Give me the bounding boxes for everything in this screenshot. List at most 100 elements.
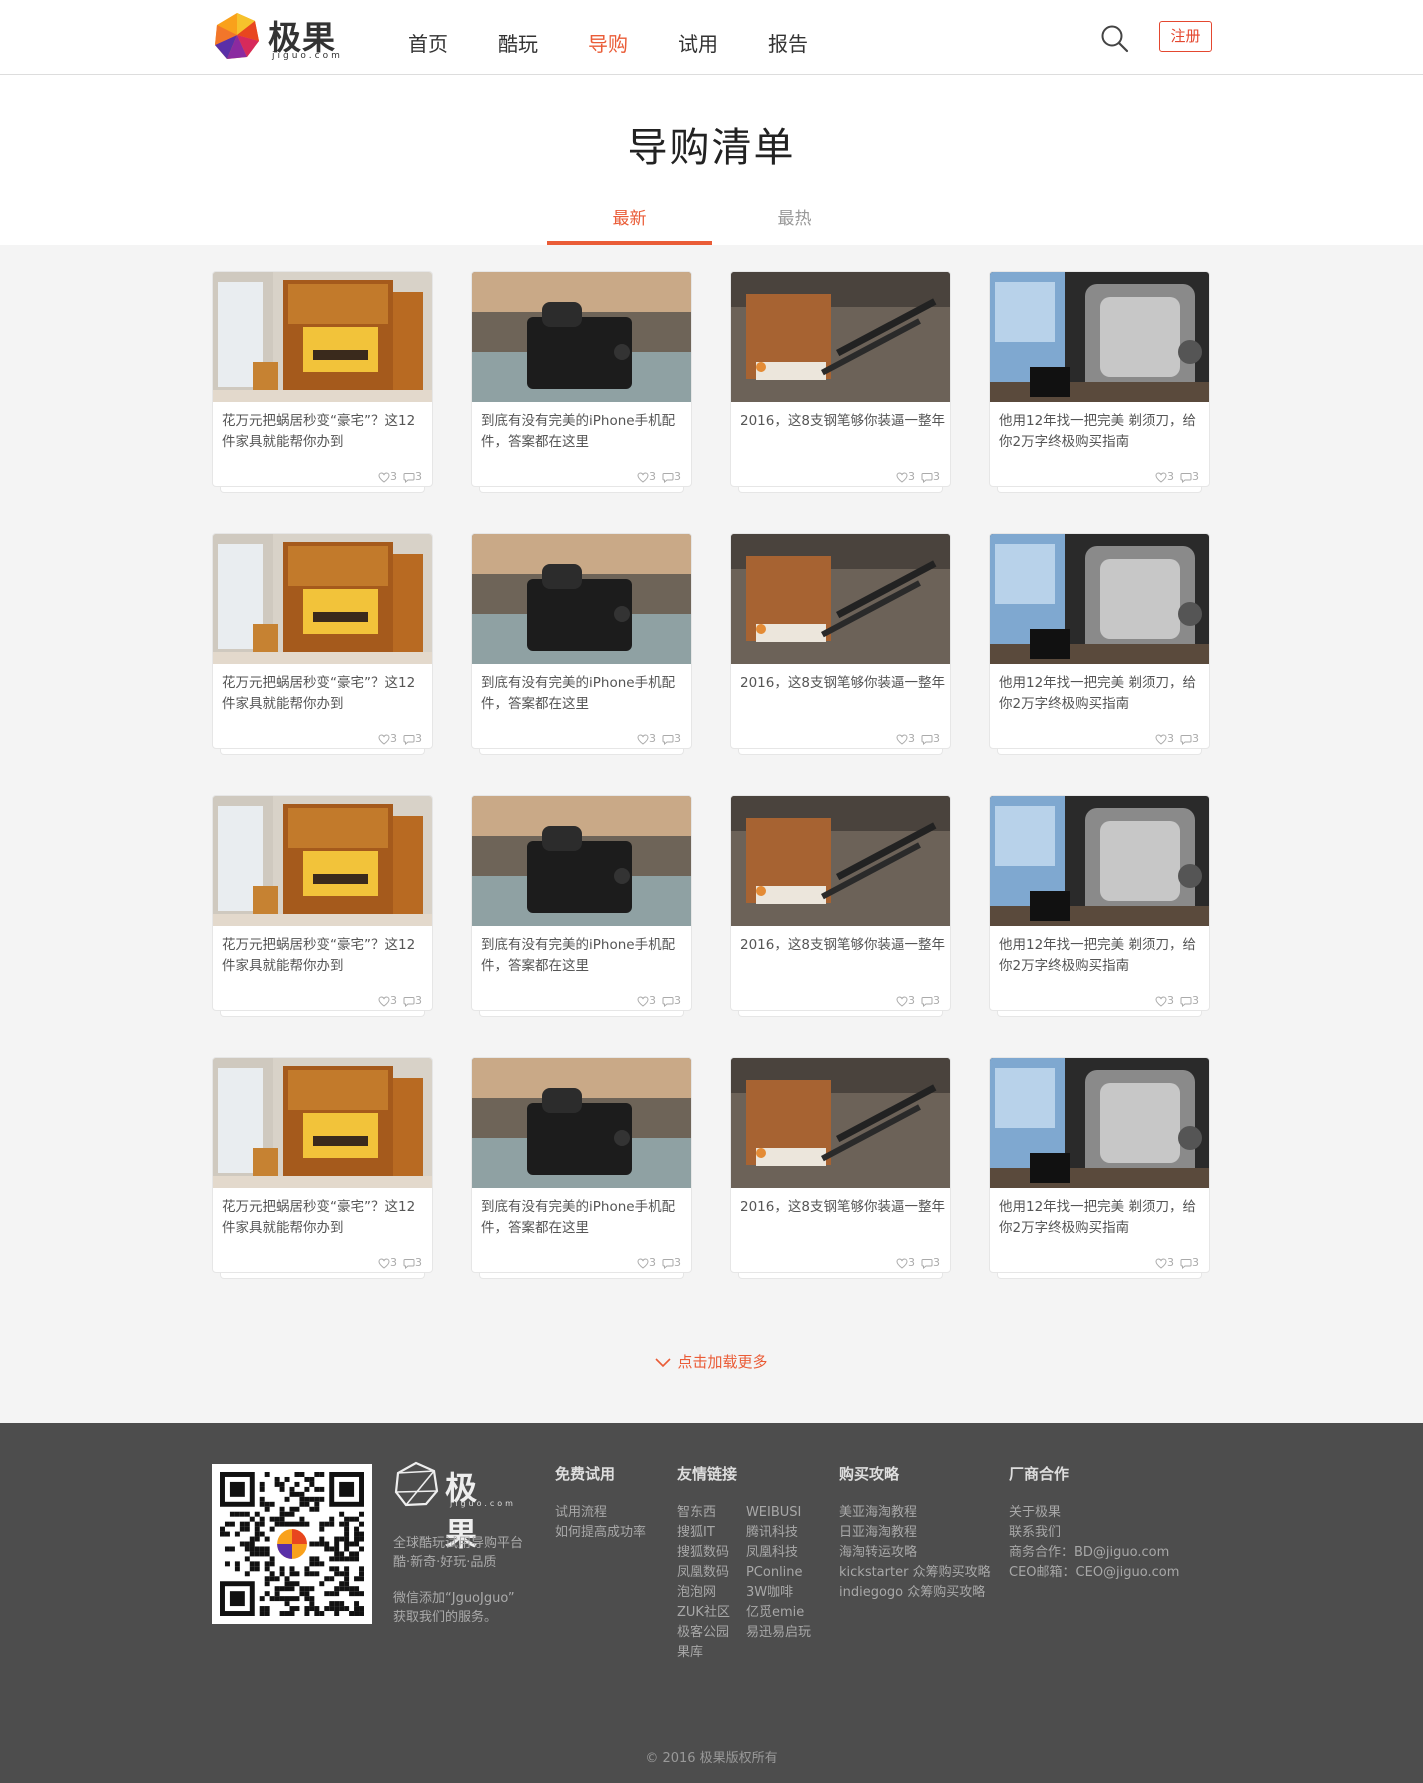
article-card[interactable]: 2016，这8支钢笔够你装逼一整年 3 3	[730, 533, 951, 755]
footer-link[interactable]: 搜狐IT	[677, 1523, 730, 1543]
card-thumbnail[interactable]	[731, 272, 951, 402]
article-card[interactable]: 他用12年找一把完美 剃须刀，给你2万字终极购买指南 3 3	[989, 271, 1210, 493]
like-count[interactable]: 3	[637, 732, 656, 745]
footer-link[interactable]: 关于极果	[1009, 1503, 1179, 1523]
card-thumbnail[interactable]	[472, 272, 692, 402]
card-thumbnail[interactable]	[731, 796, 951, 926]
like-count[interactable]: 3	[378, 1256, 397, 1269]
article-card[interactable]: 到底有没有完美的iPhone手机配件，答案都在这里 3 3	[471, 795, 692, 1017]
card-thumbnail[interactable]	[472, 1058, 692, 1188]
footer-link[interactable]: 凤凰数码	[677, 1563, 730, 1583]
like-count[interactable]: 3	[1155, 994, 1174, 1007]
card-title[interactable]: 花万元把蜗居秒变“豪宅”？这12件家具就能帮你办到	[222, 935, 427, 977]
footer-link[interactable]: 腾讯科技	[746, 1523, 811, 1543]
nav-kuwan[interactable]: 酷玩	[498, 28, 588, 57]
article-card[interactable]: 他用12年找一把完美 剃须刀，给你2万字终极购买指南 3 3	[989, 533, 1210, 755]
like-count[interactable]: 3	[1155, 1256, 1174, 1269]
article-card[interactable]: 他用12年找一把完美 剃须刀，给你2万字终极购买指南 3 3	[989, 1057, 1210, 1279]
comment-count[interactable]: 3	[403, 732, 422, 745]
nav-home[interactable]: 首页	[408, 28, 498, 57]
like-count[interactable]: 3	[637, 470, 656, 483]
footer-link[interactable]: 美亚海淘教程	[839, 1503, 991, 1523]
load-more-button[interactable]: 点击加载更多	[0, 1351, 1423, 1372]
comment-count[interactable]: 3	[1180, 994, 1199, 1007]
nav-shiyong[interactable]: 试用	[678, 28, 768, 57]
card-title[interactable]: 他用12年找一把完美 剃须刀，给你2万字终极购买指南	[999, 411, 1204, 453]
like-count[interactable]: 3	[637, 994, 656, 1007]
footer-link[interactable]: 亿觅emie	[746, 1603, 811, 1623]
like-count[interactable]: 3	[378, 732, 397, 745]
like-count[interactable]: 3	[637, 1256, 656, 1269]
comment-count[interactable]: 3	[1180, 732, 1199, 745]
card-title[interactable]: 2016，这8支钢笔够你装逼一整年	[740, 1197, 945, 1218]
comment-count[interactable]: 3	[403, 1256, 422, 1269]
like-count[interactable]: 3	[1155, 732, 1174, 745]
comment-count[interactable]: 3	[403, 470, 422, 483]
card-thumbnail[interactable]	[731, 534, 951, 664]
comment-count[interactable]: 3	[921, 732, 940, 745]
footer-link[interactable]: indiegogo 众筹购买攻略	[839, 1583, 991, 1603]
like-count[interactable]: 3	[896, 470, 915, 483]
card-title[interactable]: 2016，这8支钢笔够你装逼一整年	[740, 935, 945, 956]
card-title[interactable]: 他用12年找一把完美 剃须刀，给你2万字终极购买指南	[999, 935, 1204, 977]
article-card[interactable]: 到底有没有完美的iPhone手机配件，答案都在这里 3 3	[471, 271, 692, 493]
footer-logo[interactable]: 极果 jiguo.com	[393, 1461, 513, 1553]
like-count[interactable]: 3	[896, 732, 915, 745]
tab-latest[interactable]: 最新	[547, 204, 712, 245]
card-thumbnail[interactable]	[990, 272, 1210, 402]
footer-link[interactable]: 果库	[677, 1643, 730, 1663]
search-button[interactable]	[1100, 24, 1130, 54]
card-title[interactable]: 花万元把蜗居秒变“豪宅”？这12件家具就能帮你办到	[222, 673, 427, 715]
comment-count[interactable]: 3	[1180, 470, 1199, 483]
footer-link[interactable]: 商务合作：BD@jiguo.com	[1009, 1543, 1179, 1563]
comment-count[interactable]: 3	[1180, 1256, 1199, 1269]
card-title[interactable]: 到底有没有完美的iPhone手机配件，答案都在这里	[481, 411, 686, 453]
tab-hottest[interactable]: 最热	[712, 204, 877, 245]
nav-daogou[interactable]: 导购	[588, 28, 678, 57]
like-count[interactable]: 3	[378, 470, 397, 483]
footer-link[interactable]: kickstarter 众筹购买攻略	[839, 1563, 991, 1583]
footer-link[interactable]: 如何提高成功率	[555, 1523, 646, 1543]
card-title[interactable]: 到底有没有完美的iPhone手机配件，答案都在这里	[481, 935, 686, 977]
footer-link[interactable]: 海淘转运攻略	[839, 1543, 991, 1563]
comment-count[interactable]: 3	[662, 470, 681, 483]
card-thumbnail[interactable]	[990, 796, 1210, 926]
comment-count[interactable]: 3	[921, 1256, 940, 1269]
card-thumbnail[interactable]	[990, 1058, 1210, 1188]
comment-count[interactable]: 3	[662, 994, 681, 1007]
comment-count[interactable]: 3	[921, 470, 940, 483]
article-card[interactable]: 花万元把蜗居秒变“豪宅”？这12件家具就能帮你办到 3 3	[212, 1057, 433, 1279]
footer-link[interactable]: 凤凰科技	[746, 1543, 811, 1563]
article-card[interactable]: 到底有没有完美的iPhone手机配件，答案都在这里 3 3	[471, 1057, 692, 1279]
comment-count[interactable]: 3	[921, 994, 940, 1007]
article-card[interactable]: 2016，这8支钢笔够你装逼一整年 3 3	[730, 271, 951, 493]
footer-link[interactable]: 日亚海淘教程	[839, 1523, 991, 1543]
article-card[interactable]: 花万元把蜗居秒变“豪宅”？这12件家具就能帮你办到 3 3	[212, 795, 433, 1017]
card-thumbnail[interactable]	[472, 534, 692, 664]
footer-link[interactable]: 易迅易启玩	[746, 1623, 811, 1643]
article-card[interactable]: 他用12年找一把完美 剃须刀，给你2万字终极购买指南 3 3	[989, 795, 1210, 1017]
like-count[interactable]: 3	[1155, 470, 1174, 483]
article-card[interactable]: 到底有没有完美的iPhone手机配件，答案都在这里 3 3	[471, 533, 692, 755]
footer-link[interactable]: 泡泡网	[677, 1583, 730, 1603]
like-count[interactable]: 3	[896, 1256, 915, 1269]
card-title[interactable]: 他用12年找一把完美 剃须刀，给你2万字终极购买指南	[999, 673, 1204, 715]
like-count[interactable]: 3	[378, 994, 397, 1007]
site-logo[interactable]: 极果 jiguo.com	[211, 11, 346, 63]
article-card[interactable]: 2016，这8支钢笔够你装逼一整年 3 3	[730, 1057, 951, 1279]
footer-link[interactable]: 试用流程	[555, 1503, 646, 1523]
footer-link[interactable]: 极客公园	[677, 1623, 730, 1643]
card-title[interactable]: 到底有没有完美的iPhone手机配件，答案都在这里	[481, 673, 686, 715]
card-thumbnail[interactable]	[213, 1058, 433, 1188]
article-card[interactable]: 2016，这8支钢笔够你装逼一整年 3 3	[730, 795, 951, 1017]
card-title[interactable]: 2016，这8支钢笔够你装逼一整年	[740, 673, 945, 694]
card-thumbnail[interactable]	[213, 272, 433, 402]
card-thumbnail[interactable]	[472, 796, 692, 926]
article-card[interactable]: 花万元把蜗居秒变“豪宅”？这12件家具就能帮你办到 3 3	[212, 271, 433, 493]
register-button[interactable]: 注册	[1159, 21, 1212, 52]
card-thumbnail[interactable]	[731, 1058, 951, 1188]
footer-link[interactable]: CEO邮箱：CEO@jiguo.com	[1009, 1563, 1179, 1583]
card-thumbnail[interactable]	[213, 534, 433, 664]
comment-count[interactable]: 3	[662, 1256, 681, 1269]
card-title[interactable]: 他用12年找一把完美 剃须刀，给你2万字终极购买指南	[999, 1197, 1204, 1239]
